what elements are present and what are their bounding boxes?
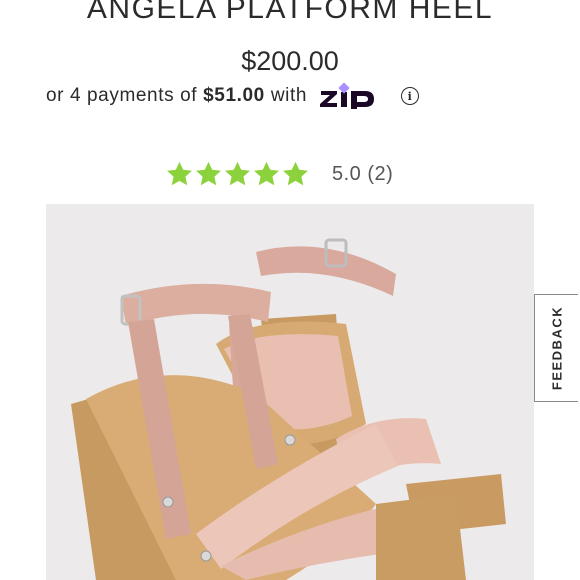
product-image[interactable] <box>46 204 534 580</box>
rating-score: 5.0 <box>332 162 362 185</box>
star-icon <box>252 160 281 189</box>
installment-amount: $51.00 <box>203 85 265 106</box>
rating-summary[interactable]: 5.0 (2) <box>165 156 393 192</box>
zip-logo <box>319 83 387 109</box>
zip-logo-mark <box>320 83 375 109</box>
star-icon <box>165 160 194 189</box>
star-icon <box>223 160 252 189</box>
feedback-label: FEEDBACK <box>549 305 564 391</box>
rating-count: (2) <box>367 162 394 185</box>
sandal-illustration <box>71 238 506 580</box>
installment-suffix: with <box>270 85 308 106</box>
installment-offer: or 4 payments of $51.00 with i <box>46 83 420 109</box>
star-icon <box>194 160 223 189</box>
installment-prefix: or 4 payments of <box>46 85 198 106</box>
rating-text[interactable]: 5.0 (2) <box>332 163 393 186</box>
product-price: $200.00 <box>241 46 339 76</box>
info-icon[interactable]: i <box>401 87 420 105</box>
feedback-tab[interactable]: FEEDBACK <box>534 294 578 402</box>
product-title: ANGELA PLATFORM HEEL <box>86 0 494 25</box>
star-icon <box>281 160 310 189</box>
